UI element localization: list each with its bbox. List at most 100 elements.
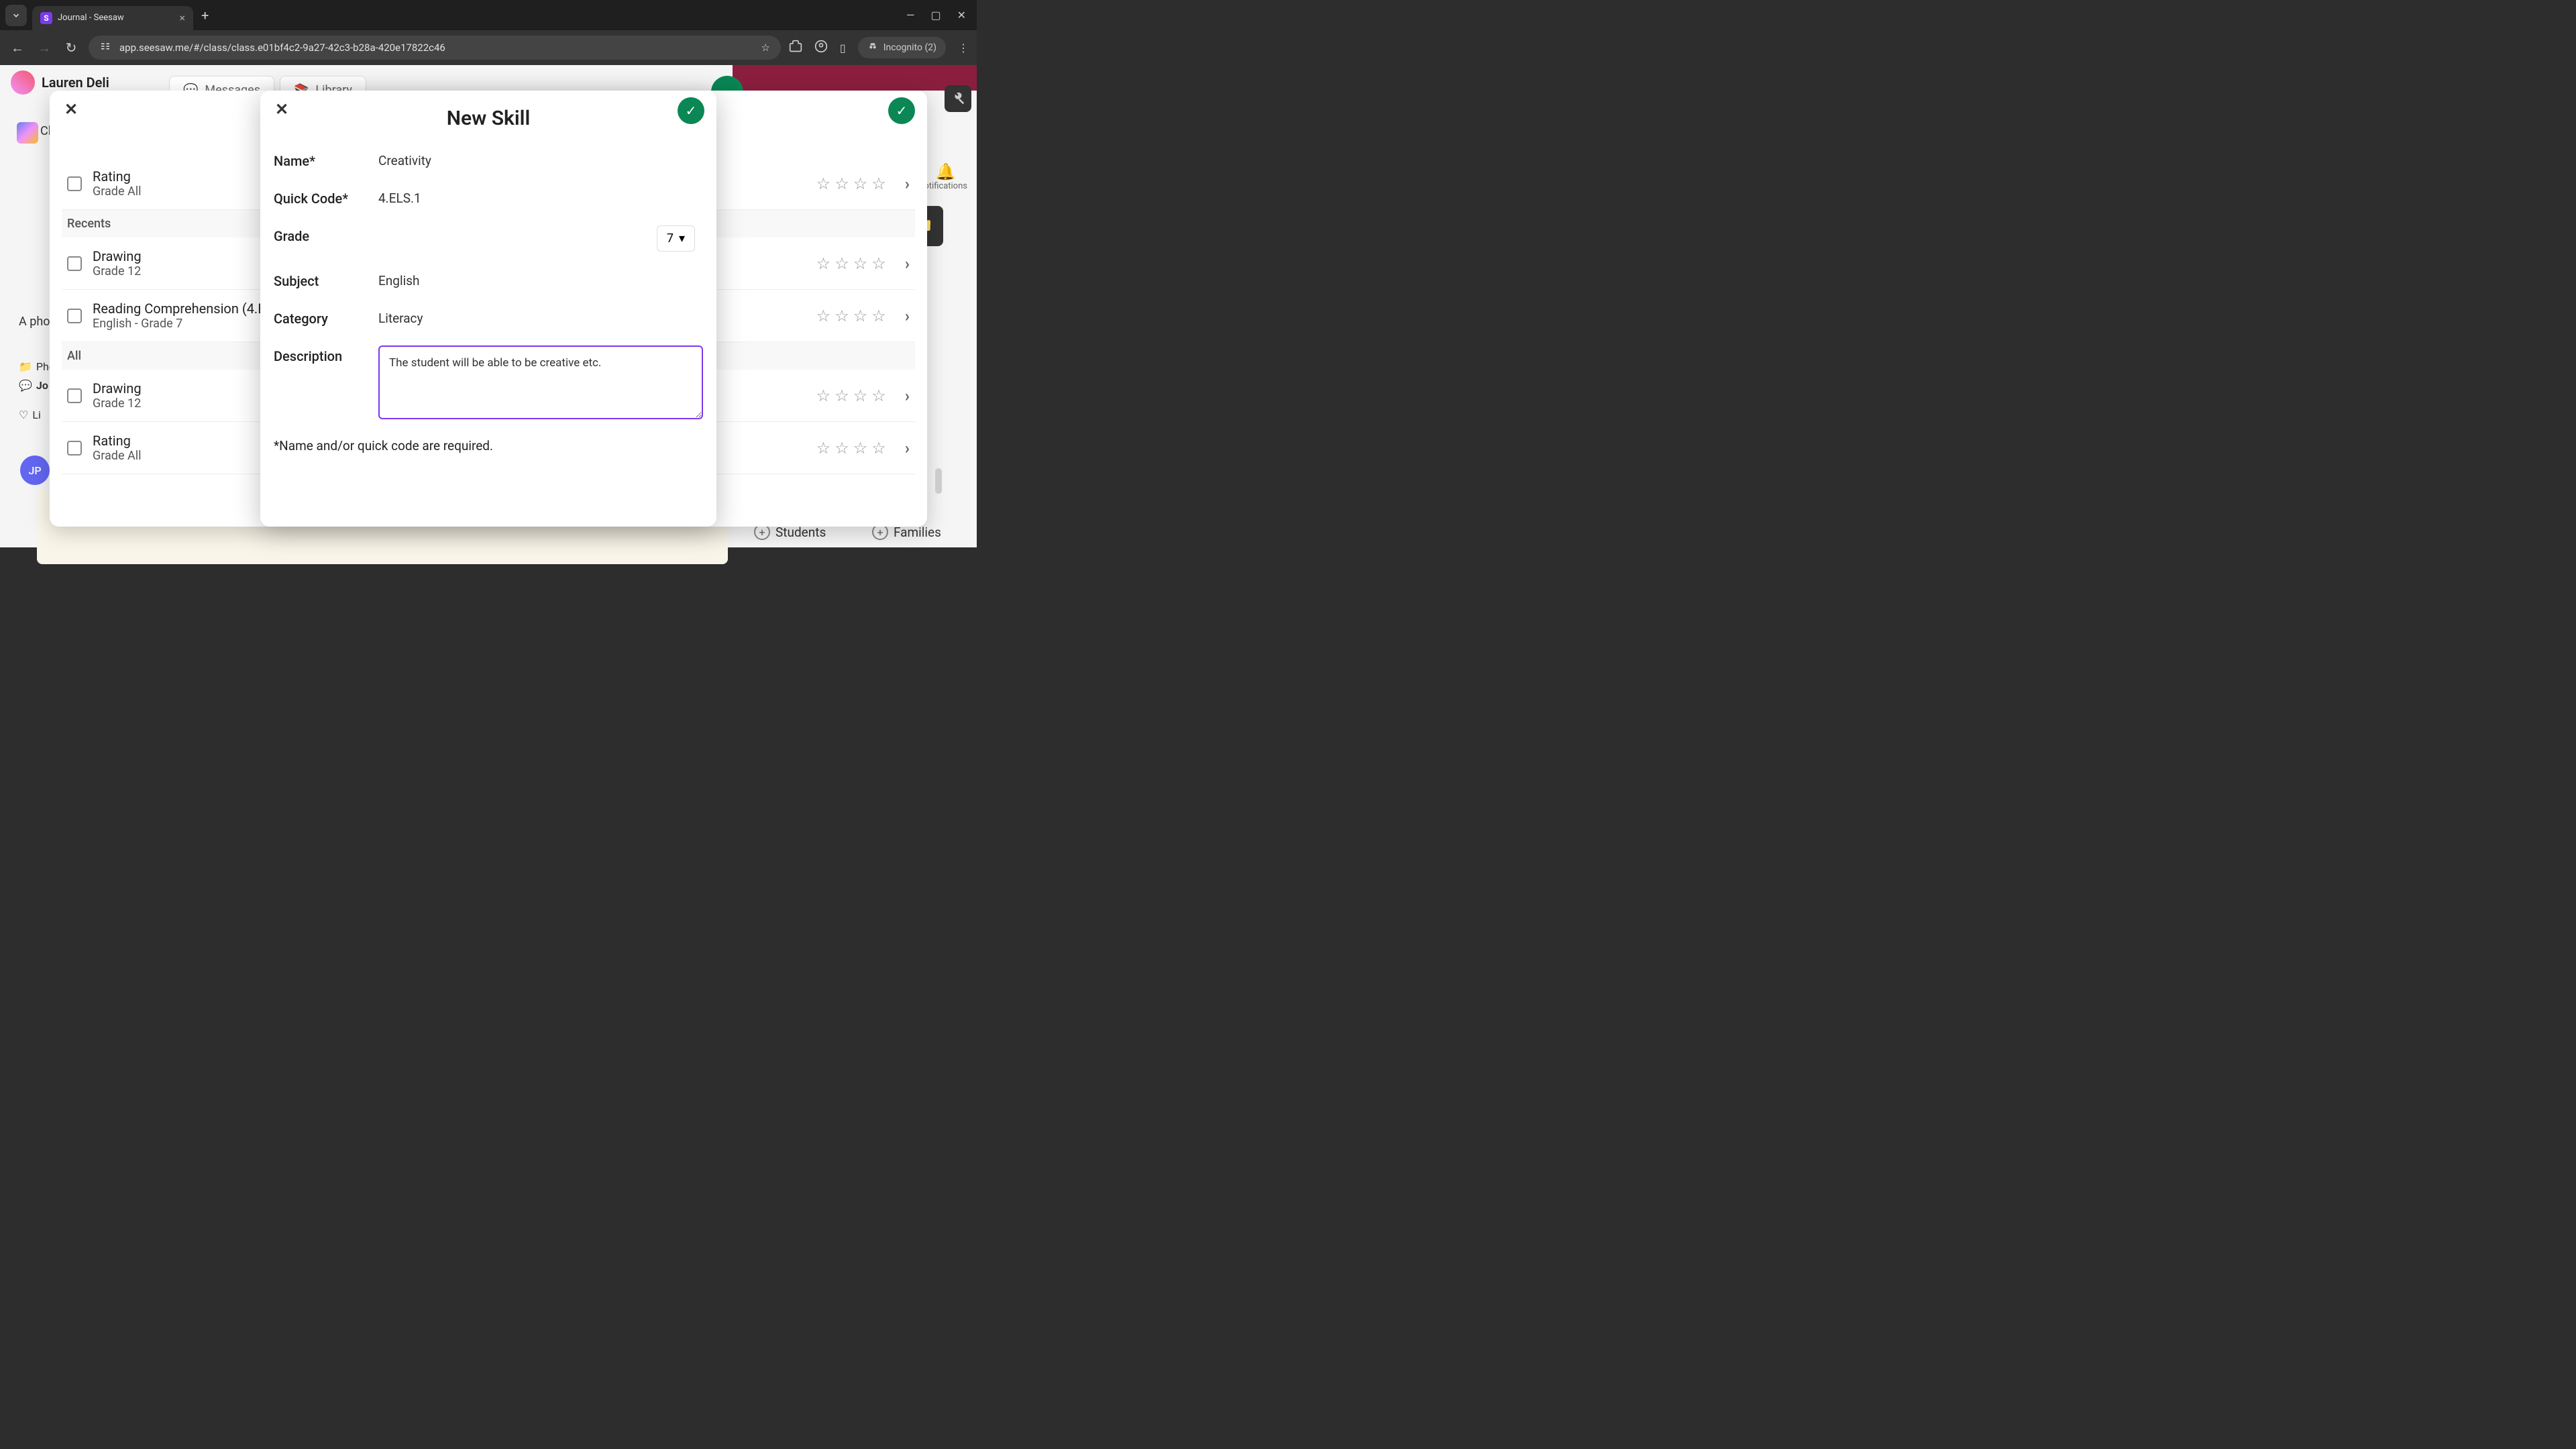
description-textarea[interactable] xyxy=(378,345,703,419)
chevron-down-icon: ▾ xyxy=(679,231,685,246)
browser-tab[interactable]: S Journal - Seesaw × xyxy=(32,6,193,30)
browser-menu-icon[interactable]: ⋮ xyxy=(958,42,969,54)
minimize-icon[interactable]: — xyxy=(906,9,915,21)
avatar-initials: JP xyxy=(28,464,41,477)
rating-stars[interactable]: ☆ ☆ ☆ ☆ xyxy=(816,174,886,193)
close-new-skill-button[interactable]: ✕ xyxy=(275,100,288,119)
extensions-icon[interactable] xyxy=(789,40,802,56)
star-icon[interactable]: ☆ xyxy=(871,307,886,325)
star-icon[interactable]: ☆ xyxy=(816,386,831,405)
star-icon[interactable]: ☆ xyxy=(853,386,868,405)
grade-dropdown[interactable]: 7 ▾ xyxy=(657,225,695,252)
form-row-category: Category Literacy xyxy=(274,308,703,327)
maximize-icon[interactable]: ▢ xyxy=(930,9,941,21)
confirm-skills-button[interactable]: ✓ xyxy=(888,97,915,124)
user-avatar xyxy=(11,70,35,95)
star-icon[interactable]: ☆ xyxy=(871,174,886,193)
incognito-icon xyxy=(867,41,878,54)
close-skills-modal-button[interactable]: ✕ xyxy=(64,100,78,119)
checkbox[interactable] xyxy=(67,441,82,455)
likes-label: Li xyxy=(32,409,41,421)
star-icon[interactable]: ☆ xyxy=(835,439,849,458)
bookmark-star-icon[interactable]: ☆ xyxy=(761,42,769,54)
category-input[interactable]: Literacy xyxy=(378,308,703,326)
subject-input[interactable]: English xyxy=(378,270,703,288)
rating-stars[interactable]: ☆ ☆ ☆ ☆ xyxy=(816,439,886,458)
grade-value: 7 xyxy=(667,231,674,246)
checkbox[interactable] xyxy=(67,176,82,191)
save-new-skill-button[interactable]: ✓ xyxy=(678,97,704,124)
site-info-icon[interactable] xyxy=(99,40,111,55)
tab-search-button[interactable] xyxy=(5,5,27,26)
journal-link[interactable]: 💬 Jo xyxy=(19,379,48,392)
star-icon[interactable]: ☆ xyxy=(853,307,868,325)
name-input[interactable]: Creativity xyxy=(378,150,703,168)
folder-icon: 📁 xyxy=(19,360,32,373)
user-name: Lauren Deli xyxy=(42,74,109,91)
close-tab-icon[interactable]: × xyxy=(179,11,185,24)
star-icon[interactable]: ☆ xyxy=(835,386,849,405)
chevron-right-icon[interactable]: › xyxy=(905,174,910,193)
quickcode-label: Quick Code* xyxy=(274,188,378,207)
student-avatar-jp[interactable]: JP xyxy=(20,455,50,485)
reading-list-icon[interactable]: ▯ xyxy=(840,42,846,54)
chevron-right-icon[interactable]: › xyxy=(905,439,910,458)
likes-link[interactable]: ♡ Li xyxy=(19,409,41,421)
url-text: app.seesaw.me/#/class/class.e01bf4c2-9a2… xyxy=(119,42,445,54)
forward-button[interactable]: → xyxy=(35,40,54,56)
form-row-subject: Subject English xyxy=(274,270,703,289)
star-icon[interactable]: ☆ xyxy=(816,174,831,193)
scrollbar-thumb[interactable] xyxy=(935,468,942,494)
new-skill-modal: ✕ New Skill ✓ Name* Creativity Quick Cod… xyxy=(260,91,716,527)
star-icon[interactable]: ☆ xyxy=(816,254,831,273)
incognito-label: Incognito (2) xyxy=(883,42,936,53)
star-icon[interactable]: ☆ xyxy=(871,386,886,405)
star-icon[interactable]: ☆ xyxy=(816,307,831,325)
close-window-icon[interactable]: ✕ xyxy=(957,9,966,21)
star-icon[interactable]: ☆ xyxy=(816,439,831,458)
chevron-right-icon[interactable]: › xyxy=(905,254,910,273)
profile-icon[interactable] xyxy=(814,40,828,56)
rating-stars[interactable]: ☆ ☆ ☆ ☆ xyxy=(816,386,886,405)
notifications-button[interactable]: 🔔 otifications xyxy=(924,162,967,191)
settings-wrench-button[interactable] xyxy=(945,85,971,112)
grade-label: Grade xyxy=(274,225,378,244)
comment-icon: 💬 xyxy=(19,379,32,392)
new-skill-form: Name* Creativity Quick Code* 4.ELS.1 Gra… xyxy=(260,130,716,419)
reload-button[interactable]: ↻ xyxy=(62,40,80,56)
incognito-badge[interactable]: Incognito (2) xyxy=(858,37,946,58)
category-label: Category xyxy=(274,308,378,327)
name-label: Name* xyxy=(274,150,378,169)
star-icon[interactable]: ☆ xyxy=(835,254,849,273)
app-content: Lauren Deli 💬 Messages 📚 Library Cl 🔔 ot… xyxy=(0,65,977,547)
star-icon[interactable]: ☆ xyxy=(871,439,886,458)
star-icon[interactable]: ☆ xyxy=(853,254,868,273)
bell-icon: 🔔 xyxy=(924,162,967,181)
heart-icon: ♡ xyxy=(19,409,28,421)
address-bar: ← → ↻ app.seesaw.me/#/class/class.e01bf4… xyxy=(0,30,977,65)
modal-title: New Skill xyxy=(260,107,716,130)
back-button[interactable]: ← xyxy=(8,40,27,56)
notifications-label: otifications xyxy=(924,181,967,191)
class-icon[interactable] xyxy=(17,122,38,144)
chevron-right-icon[interactable]: › xyxy=(905,386,910,405)
seesaw-favicon: S xyxy=(40,12,52,24)
new-tab-button[interactable]: + xyxy=(201,7,209,23)
photo-caption: A pho xyxy=(19,315,50,329)
star-icon[interactable]: ☆ xyxy=(835,307,849,325)
url-input[interactable]: app.seesaw.me/#/class/class.e01bf4c2-9a2… xyxy=(89,36,781,60)
checkbox[interactable] xyxy=(67,309,82,323)
form-row-description: Description xyxy=(274,345,703,419)
star-icon[interactable]: ☆ xyxy=(835,174,849,193)
journal-label: Jo xyxy=(36,379,48,392)
star-icon[interactable]: ☆ xyxy=(853,439,868,458)
star-icon[interactable]: ☆ xyxy=(853,174,868,193)
rating-stars[interactable]: ☆ ☆ ☆ ☆ xyxy=(816,307,886,325)
browser-tab-bar: S Journal - Seesaw × + — ▢ ✕ xyxy=(0,0,977,30)
chevron-right-icon[interactable]: › xyxy=(905,307,910,325)
checkbox[interactable] xyxy=(67,388,82,403)
star-icon[interactable]: ☆ xyxy=(871,254,886,273)
rating-stars[interactable]: ☆ ☆ ☆ ☆ xyxy=(816,254,886,273)
checkbox[interactable] xyxy=(67,256,82,271)
quickcode-input[interactable]: 4.ELS.1 xyxy=(378,188,703,206)
